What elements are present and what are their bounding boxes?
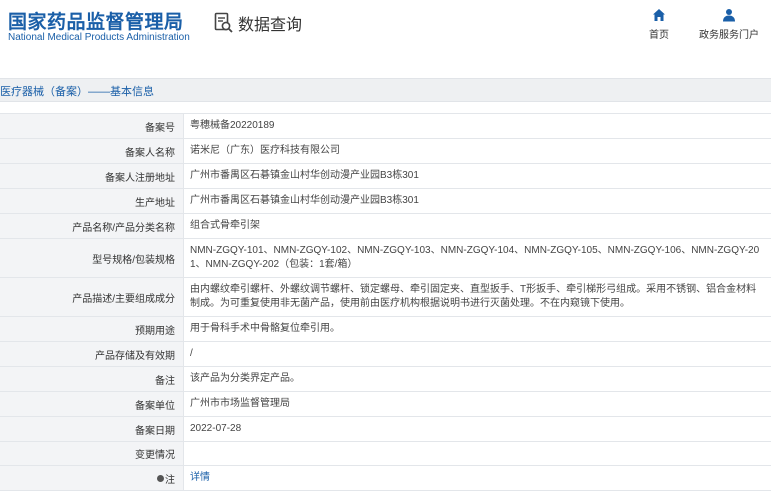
note-dot-icon — [157, 474, 164, 482]
nav-service-portal-label: 政务服务门户 — [699, 30, 759, 41]
field-value: 诺米尼（广东）医疗科技有限公司 — [190, 145, 340, 156]
field-value: NMN-ZGQY-101、NMN-ZGQY-102、NMN-ZGQY-103、N… — [190, 245, 760, 270]
field-value: 用于骨科手术中骨骼复位牵引用。 — [190, 323, 340, 334]
field-label: 变更情况 — [0, 442, 184, 465]
table-row: 备案人注册地址 广州市番禺区石碁镇金山村华创动漫产业园B3栋301 — [0, 164, 771, 189]
note-label: 注 — [165, 474, 175, 486]
field-label: 备案日期 — [0, 417, 184, 441]
data-query-label: 数据查询 — [238, 17, 303, 34]
field-value: 广州市市场监督管理局 — [190, 398, 290, 409]
home-icon — [653, 9, 665, 21]
field-value — [184, 442, 771, 465]
field-label-note: 注 — [0, 466, 184, 490]
table-row: 注 详情 — [0, 466, 771, 491]
field-value: 粤穗械备20220189 — [190, 120, 275, 131]
user-icon — [723, 9, 735, 22]
field-label: 型号规格/包装规格 — [0, 239, 184, 277]
field-label: 备案人注册地址 — [0, 164, 184, 188]
field-label: 产品存储及有效期 — [0, 342, 184, 366]
table-row: 预期用途 用于骨科手术中骨骼复位牵引用。 — [0, 317, 771, 342]
section-header: 医疗器械（备案）——基本信息 — [0, 78, 771, 102]
details-link[interactable]: 详情 — [184, 466, 771, 490]
table-row: 变更情况 — [0, 442, 771, 466]
field-value: 广州市番禺区石碁镇金山村华创动漫产业园B3栋301 — [190, 195, 419, 206]
nav-service-portal[interactable]: 政务服务门户 — [694, 8, 764, 43]
field-value: 广州市番禺区石碁镇金山村华创动漫产业园B3栋301 — [190, 170, 419, 181]
table-row: 备案人名称 诺米尼（广东）医疗科技有限公司 — [0, 139, 771, 164]
detail-table: 备案号 粤穗械备20220189 备案人名称 诺米尼（广东）医疗科技有限公司 备… — [0, 113, 771, 491]
table-row: 产品存储及有效期 / — [0, 342, 771, 367]
field-label: 备注 — [0, 367, 184, 391]
table-row: 生产地址 广州市番禺区石碁镇金山村华创动漫产业园B3栋301 — [0, 189, 771, 214]
document-search-icon — [214, 12, 233, 33]
field-value: 该产品为分类界定产品。 — [190, 373, 300, 384]
brand-title-cn[interactable]: 国家药品监督管理局 — [8, 7, 184, 34]
data-query-heading: 数据查询 — [214, 11, 302, 35]
field-label: 产品名称/产品分类名称 — [0, 214, 184, 238]
nav-home[interactable]: 首页 — [624, 8, 694, 43]
field-value: 由内螺纹牵引螺杆、外螺纹调节螺杆、锁定螺母、牵引固定夹、直型扳手、T形扳手、牵引… — [190, 284, 757, 309]
table-row: 备案日期 2022-07-28 — [0, 417, 771, 442]
table-row: 产品名称/产品分类名称 组合式骨牵引架 — [0, 214, 771, 239]
nav-home-label: 首页 — [649, 30, 669, 41]
field-value: / — [190, 348, 193, 359]
field-label: 预期用途 — [0, 317, 184, 341]
table-row: 备案单位 广州市市场监督管理局 — [0, 392, 771, 417]
field-label: 备案人名称 — [0, 139, 184, 163]
brand-title-en[interactable]: National Medical Products Administration — [8, 32, 190, 43]
field-value: 组合式骨牵引架 — [190, 220, 260, 231]
site-header: 国家药品监督管理局 National Medical Products Admi… — [0, 0, 771, 62]
table-row: 备注 该产品为分类界定产品。 — [0, 367, 771, 392]
field-label: 备案单位 — [0, 392, 184, 416]
field-label: 产品描述/主要组成成分 — [0, 278, 184, 316]
field-label: 备案号 — [0, 114, 184, 138]
table-row: 产品描述/主要组成成分 由内螺纹牵引螺杆、外螺纹调节螺杆、锁定螺母、牵引固定夹、… — [0, 278, 771, 317]
field-label: 生产地址 — [0, 189, 184, 213]
section-title: 医疗器械（备案）——基本信息 — [0, 86, 154, 98]
field-value: 2022-07-28 — [190, 423, 242, 434]
table-row: 备案号 粤穗械备20220189 — [0, 114, 771, 139]
table-row: 型号规格/包装规格 NMN-ZGQY-101、NMN-ZGQY-102、NMN-… — [0, 239, 771, 278]
